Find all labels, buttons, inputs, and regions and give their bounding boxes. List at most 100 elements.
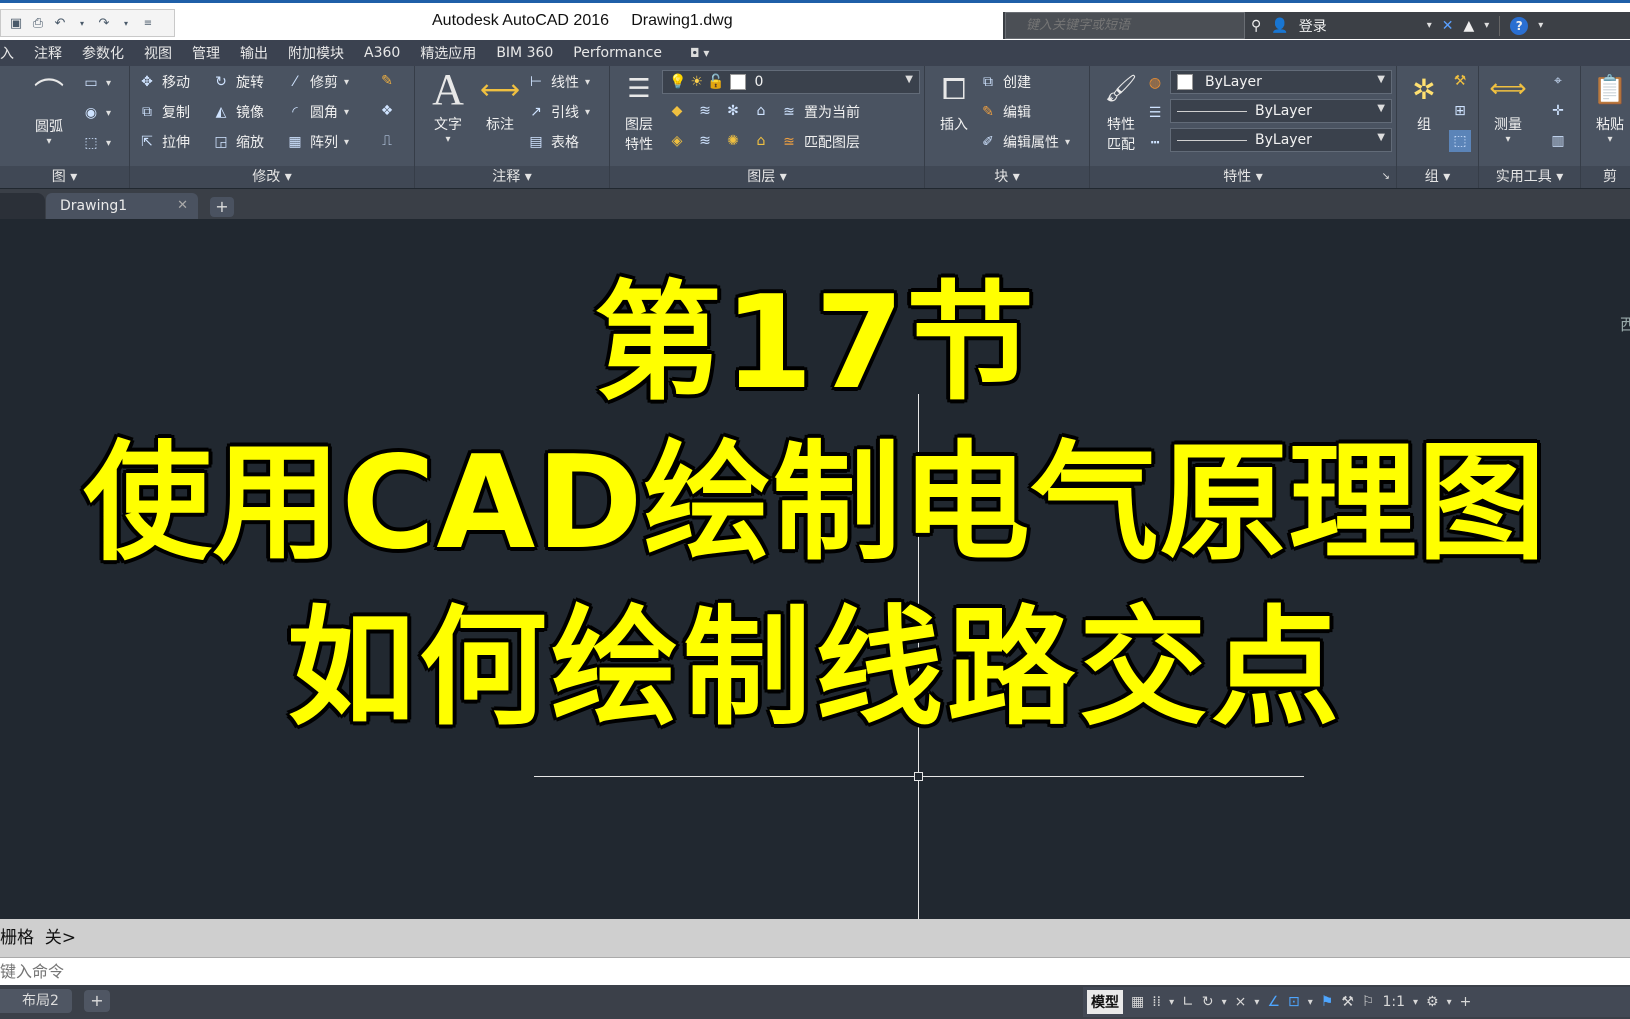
new-tab-button[interactable]: + <box>210 197 234 217</box>
snap-icon[interactable]: ⁞⁞ <box>1152 994 1161 1010</box>
chevron-down-icon[interactable]: ▾ <box>1308 997 1313 1008</box>
color-dropdown[interactable]: ByLayer ▼ <box>1170 70 1392 94</box>
login-link[interactable]: 登录 <box>1299 16 1327 36</box>
add-layout-button[interactable]: + <box>84 990 110 1012</box>
help-icon[interactable]: ? <box>1510 16 1529 35</box>
lineweight-dropdown[interactable]: ByLayer ▼ <box>1170 128 1392 152</box>
redo-icon[interactable]: ↷ <box>95 14 113 32</box>
set-current-button[interactable]: ≊ 置为当前 <box>780 102 860 122</box>
dimension-button[interactable]: ⟷ 标注 <box>479 68 521 134</box>
layer-tool-8[interactable]: ⌂ <box>752 132 770 150</box>
chevron-down-icon[interactable]: ▾ <box>1447 997 1452 1008</box>
linetype-button[interactable]: ┅ <box>1146 134 1164 152</box>
dropdown-icon[interactable]: ▾ <box>117 14 135 32</box>
panel-title-draw[interactable]: 图 ▾ <box>0 166 129 188</box>
layer-tool-7[interactable]: ✺ <box>724 132 742 150</box>
tab-manage[interactable]: 管理 <box>182 43 230 63</box>
close-icon[interactable]: ✕ <box>177 193 188 219</box>
edit-attributes-button[interactable]: ✐ 编辑属性 ▾ <box>979 132 1070 152</box>
chevron-down-icon[interactable]: ▾ <box>1484 20 1489 31</box>
customize-qat-icon[interactable]: ≡ <box>139 14 157 32</box>
text-button[interactable]: A 文字 ▾ <box>427 65 469 146</box>
match-layer-button[interactable]: ≊ 匹配图层 <box>780 132 860 152</box>
move-button[interactable]: ✥ 移动 <box>138 72 190 92</box>
annotation-scale-icon[interactable]: ⚐ <box>1362 994 1375 1010</box>
panel-title-modify[interactable]: 修改 ▾ <box>130 166 414 188</box>
layer-tool-5[interactable]: ◈ <box>668 132 686 150</box>
rotate-button[interactable]: ↻ 旋转 <box>212 72 264 92</box>
match-properties-button[interactable]: 🖌 特性 匹配 <box>1100 68 1142 154</box>
erase-button[interactable]: ✎ <box>378 72 396 90</box>
annotation-visibility-icon[interactable]: ⚑ <box>1321 994 1334 1010</box>
layer-tool-1[interactable]: ◆ <box>668 102 686 120</box>
explode-button[interactable]: ❖ <box>378 102 396 120</box>
layer-dropdown[interactable]: 💡 ☀ 🔓 0 ▼ <box>662 70 920 94</box>
panel-title-layers[interactable]: 图层 ▾ <box>610 166 924 188</box>
dropdown-icon[interactable]: ▾ <box>73 14 91 32</box>
customize-plus-icon[interactable]: + <box>1460 994 1472 1010</box>
undo-icon[interactable]: ↶ <box>51 14 69 32</box>
measure-button[interactable]: ⟺ 测量 ▾ <box>1487 68 1529 145</box>
fillet-button[interactable]: ◜ 圆角 ▾ <box>286 102 349 122</box>
chevron-down-icon[interactable]: ▾ <box>1254 997 1259 1008</box>
scale-button[interactable]: ◲ 缩放 <box>212 132 264 152</box>
search-input[interactable] <box>1006 13 1244 38</box>
tab-a360[interactable]: A360 <box>354 45 410 61</box>
linear-button[interactable]: ⊢ 线性 ▾ <box>527 72 590 92</box>
copy-button[interactable]: ⧉ 复制 <box>138 102 190 122</box>
chevron-down-icon[interactable]: ▾ <box>1427 20 1432 31</box>
start-tab[interactable] <box>0 193 45 219</box>
rectangle-button[interactable]: ▭ ▾ <box>82 74 111 92</box>
object-snap-tracking-icon[interactable]: ∠ <box>1267 994 1280 1010</box>
panel-title-properties[interactable]: 特性 ▾ ↘ <box>1090 166 1396 188</box>
binoculars-icon[interactable]: ⚲ <box>1251 18 1261 34</box>
tab-parametric[interactable]: 参数化 <box>72 43 134 63</box>
color-wheel-button[interactable]: ◍ <box>1146 74 1164 92</box>
array-button[interactable]: ▦ 阵列 ▾ <box>286 132 349 152</box>
workspace-gear-icon[interactable]: ⚙ <box>1426 994 1439 1010</box>
grid-icon[interactable]: ▦ <box>1131 994 1144 1010</box>
layer-tool-4[interactable]: ⌂ <box>752 102 770 120</box>
panel-title-annotation[interactable]: 注释 ▾ <box>415 166 609 188</box>
model-space-toggle[interactable]: 模型 <box>1087 990 1123 1014</box>
dialog-launcher-icon[interactable]: ↘ <box>1382 166 1390 188</box>
lineweight-button[interactable]: ☰ <box>1146 104 1164 122</box>
ortho-icon[interactable]: ∟ <box>1182 994 1194 1010</box>
polar-tracking-icon[interactable]: ↻ <box>1202 994 1214 1010</box>
ungroup-button[interactable]: ⚒ <box>1451 72 1469 90</box>
search-box[interactable] <box>1005 12 1245 39</box>
isodraft-icon[interactable]: ⨯ <box>1235 994 1247 1010</box>
chevron-down-icon[interactable]: ▾ <box>1413 997 1418 1008</box>
layout-tab[interactable]: 布局2 <box>0 989 72 1013</box>
tab-annotate[interactable]: 注释 <box>24 43 72 63</box>
annotation-scale-value[interactable]: 1:1 <box>1382 994 1405 1010</box>
save-icon[interactable]: ▣ <box>7 14 25 32</box>
a360-icon[interactable]: ▲ <box>1463 18 1474 34</box>
command-line[interactable] <box>0 957 1630 985</box>
chevron-down-icon[interactable]: ▾ <box>1169 997 1174 1008</box>
edit-block-button[interactable]: ✎ 编辑 <box>979 102 1031 122</box>
chevron-down-icon[interactable]: ▾ <box>1222 997 1227 1008</box>
leader-button[interactable]: ↗ 引线 ▾ <box>527 102 590 122</box>
document-tab[interactable]: Drawing1 ✕ <box>46 193 198 219</box>
offset-button[interactable]: ⎍ <box>378 132 396 150</box>
viewcube-west-label[interactable]: 西 <box>1620 311 1630 335</box>
command-input[interactable] <box>0 958 1630 985</box>
hatch-button[interactable]: ◉ ▾ <box>82 104 111 122</box>
panel-title-utilities[interactable]: 实用工具 ▾ <box>1479 166 1580 188</box>
panel-title-block[interactable]: 块 ▾ <box>925 166 1089 188</box>
exchange-icon[interactable]: ✕ <box>1442 18 1454 34</box>
print-icon[interactable]: ⎙ <box>29 14 47 32</box>
point-button[interactable]: ✛ <box>1549 102 1567 120</box>
tab-view[interactable]: 视图 <box>134 43 182 63</box>
arc-button[interactable]: ⌒ 圆弧 ▾ <box>28 70 70 147</box>
layer-tool-6[interactable]: ≋ <box>696 132 714 150</box>
layer-properties-button[interactable]: ☰ 图层 特性 <box>618 68 660 154</box>
calculator-button[interactable]: ▥ <box>1549 132 1567 150</box>
group-edit-button[interactable]: ⊞ <box>1451 102 1469 120</box>
group-select-button[interactable]: ⬚ <box>1449 130 1471 152</box>
user-icon[interactable]: 👤 <box>1271 18 1288 34</box>
create-block-button[interactable]: ⧉ 创建 <box>979 72 1031 92</box>
tab-performance[interactable]: Performance <box>563 45 672 61</box>
panel-title-clipboard[interactable]: 剪贴 <box>1581 166 1630 207</box>
